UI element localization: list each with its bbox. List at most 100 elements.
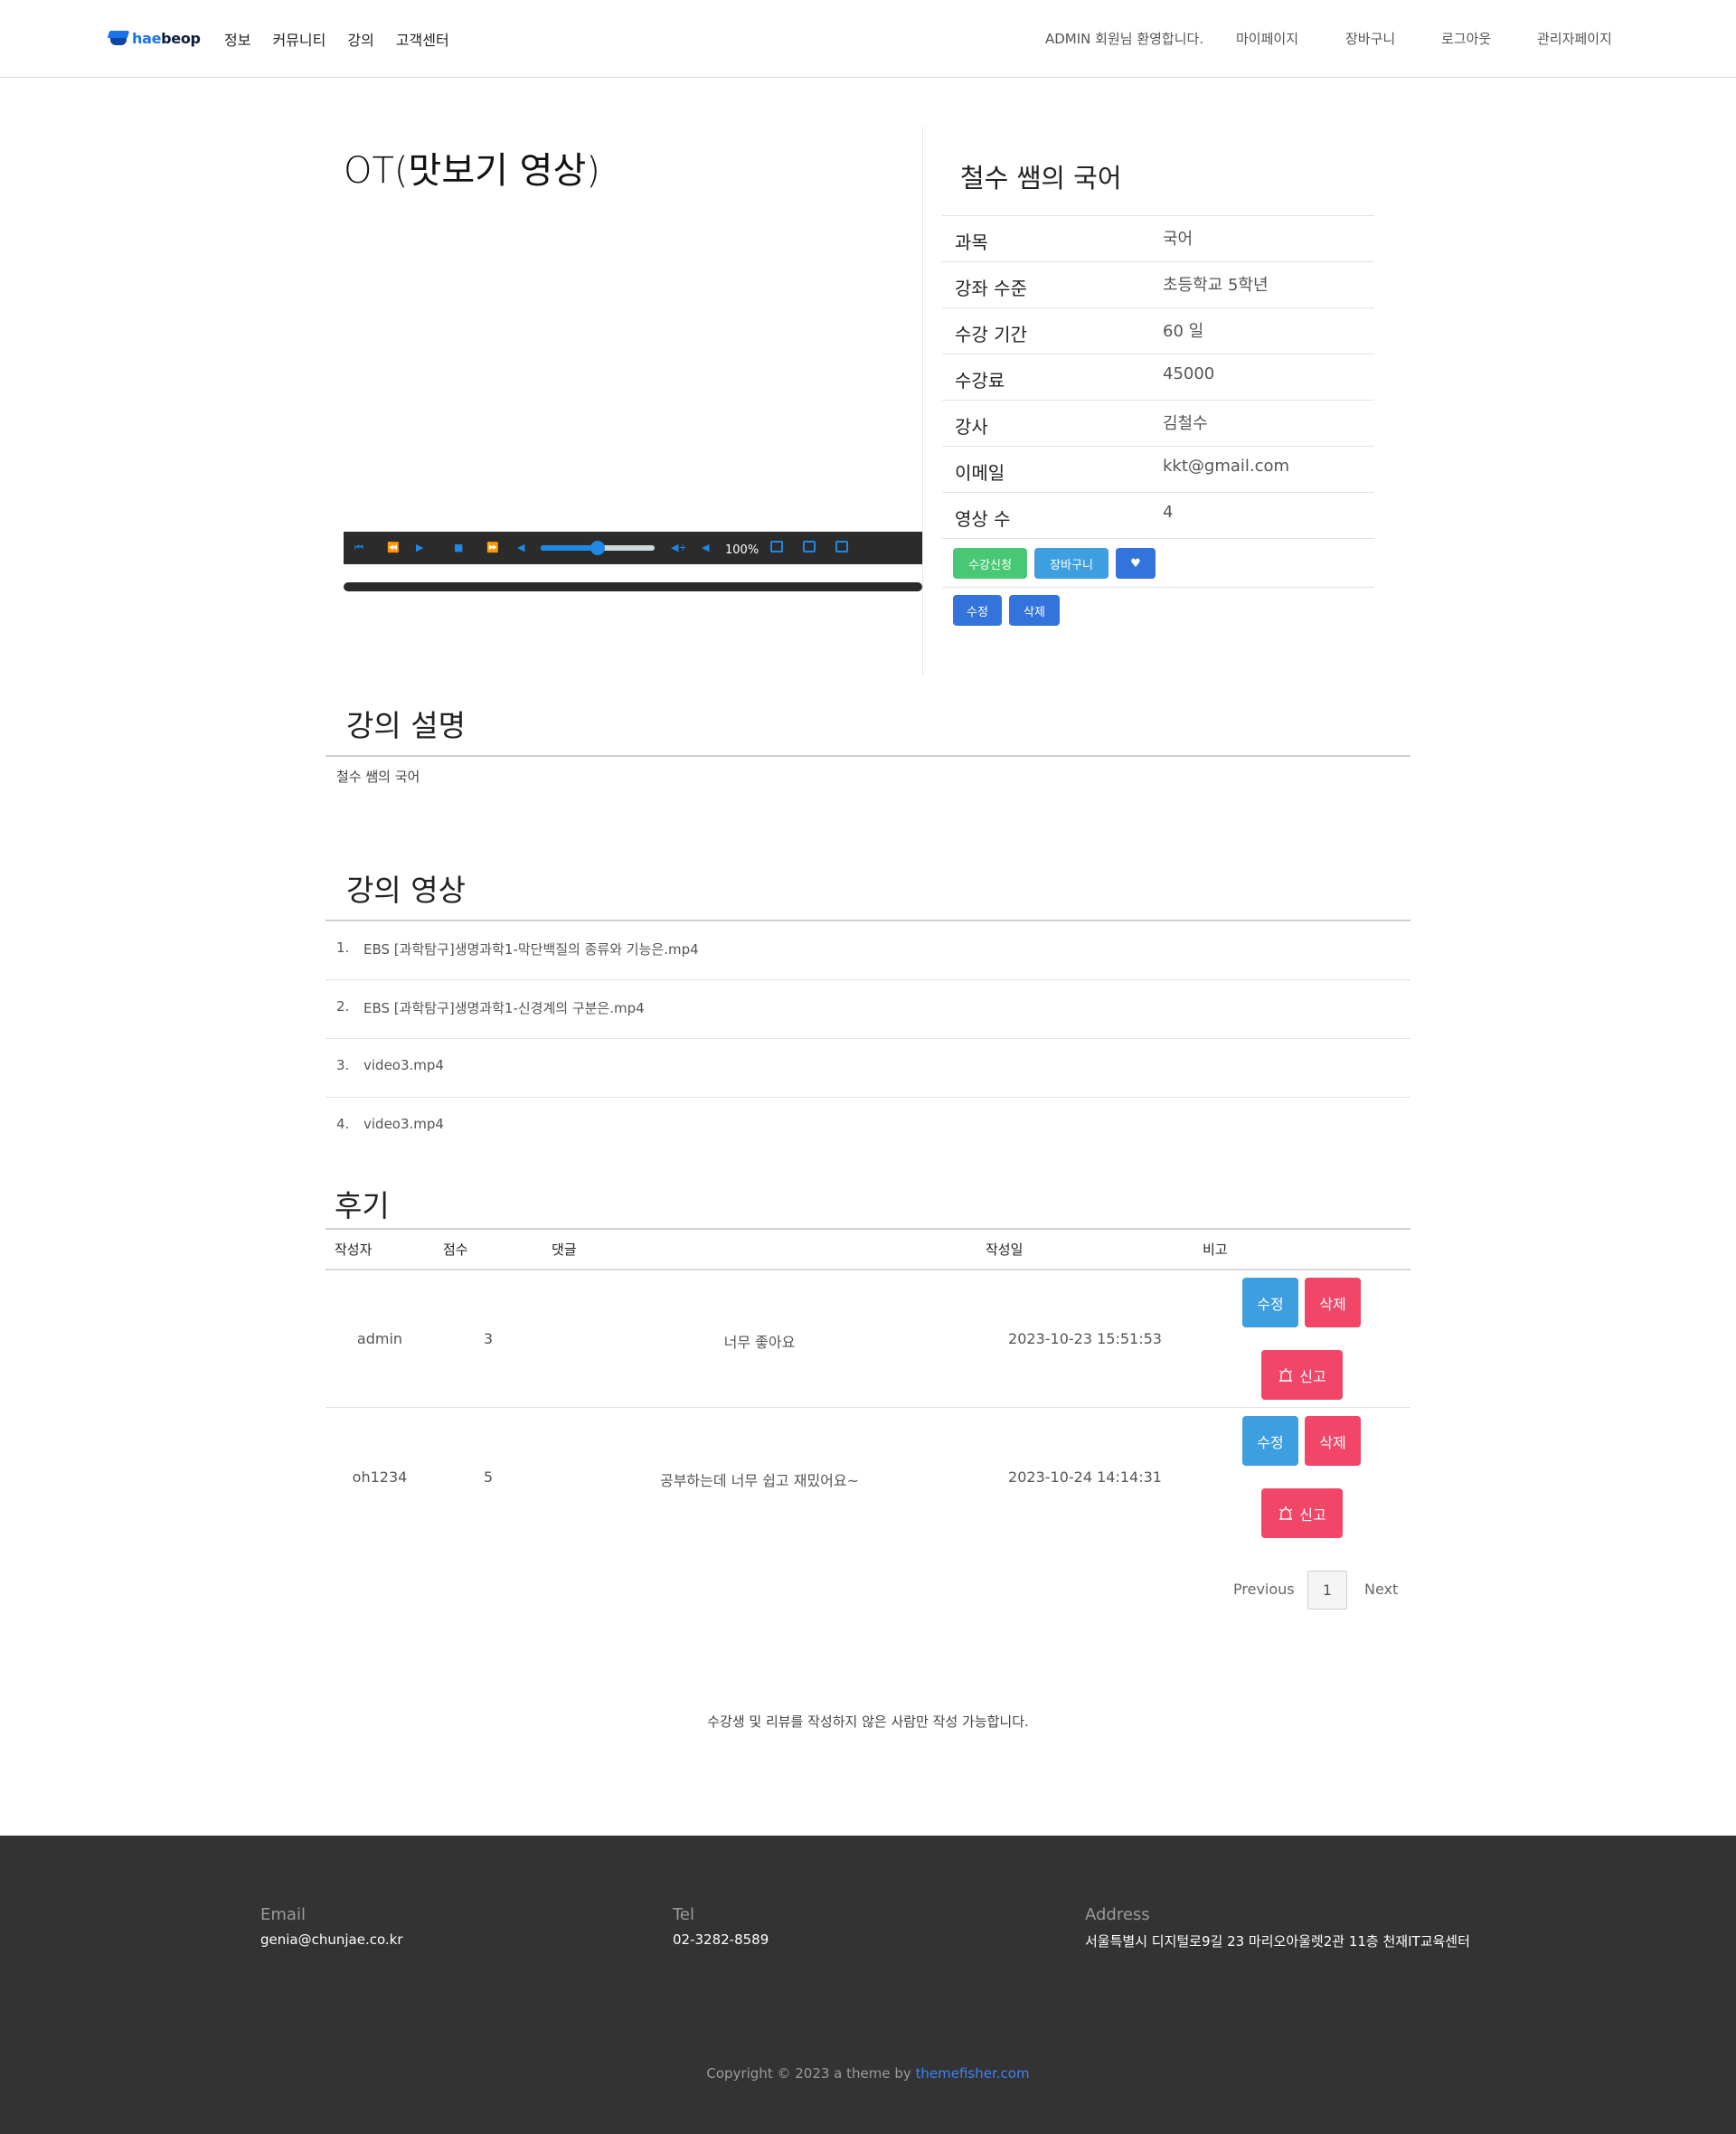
skip-start-icon[interactable]: ⏮: [354, 540, 363, 556]
course-info-table: 과목 국어 강좌 수준 초등학교 5학년 수강 기간 60 일 수강료 4500…: [942, 215, 1374, 633]
info-value: 45000: [1163, 364, 1215, 383]
col-author: 작성자: [335, 1242, 373, 1258]
info-value: kkt@gmail.com: [1163, 457, 1290, 476]
info-row-fee: 수강료 45000: [942, 354, 1374, 400]
edit-review-button[interactable]: 수정: [1242, 1416, 1298, 1466]
review-score: 3: [483, 1330, 494, 1347]
mute-icon[interactable]: ◀+: [671, 540, 687, 556]
stop-icon[interactable]: ■: [454, 540, 463, 556]
info-row-teacher: 강사 김철수: [942, 400, 1374, 446]
info-row-level: 강좌 수준 초등학교 5학년: [942, 261, 1374, 307]
video-list-item[interactable]: 3. video3.mp4: [326, 1039, 1410, 1098]
delete-review-button[interactable]: 삭제: [1305, 1416, 1361, 1466]
review-date: 2023-10-23 15:51:53: [1008, 1330, 1162, 1347]
info-value: 초등학교 5학년: [1163, 276, 1269, 295]
footer-address: 서울특별시 디지털로9길 23 마리오아울렛2관 11층 천재IT교육센터: [1085, 1933, 1470, 1950]
next-icon[interactable]: ⏩: [486, 540, 499, 556]
pager-next[interactable]: Next: [1364, 1581, 1398, 1598]
volume-down-icon[interactable]: ◀: [517, 540, 524, 556]
report-review-button[interactable]: 신고: [1261, 1488, 1343, 1538]
divider: [326, 1269, 1410, 1270]
video-list-item[interactable]: 2. EBS [과학탐구]생명과학1-신경계의 구분은.mp4: [326, 980, 1410, 1039]
play-icon[interactable]: ▶: [416, 540, 423, 556]
footer-address-label: Address: [1085, 1905, 1150, 1924]
video-list-item[interactable]: 1. EBS [과학탐구]생명과학1-막단백질의 종류와 기능은.mp4: [326, 921, 1410, 980]
footer: [0, 1836, 1736, 2134]
column-divider: [922, 127, 923, 676]
review-comment: 너무 좋아요: [723, 1334, 796, 1351]
video-name[interactable]: video3.mp4: [363, 1116, 444, 1132]
info-row-video-count: 영상 수 4: [942, 492, 1374, 538]
video-name[interactable]: EBS [과학탐구]생명과학1-막단백질의 종류와 기능은.mp4: [363, 940, 699, 958]
pager-previous[interactable]: Previous: [1233, 1581, 1295, 1598]
info-key: 수강 기간: [955, 324, 1027, 345]
nav-mypage[interactable]: 마이페이지: [1236, 29, 1298, 48]
review-score: 5: [483, 1468, 494, 1486]
info-value: 60 일: [1163, 322, 1204, 341]
review-date: 2023-10-24 14:14:31: [1008, 1468, 1162, 1486]
fit-screen-icon[interactable]: [770, 541, 783, 552]
footer-tel: 02-3282-8589: [673, 1931, 769, 1948]
video-name[interactable]: EBS [과학탐구]생명과학1-신경계의 구분은.mp4: [363, 998, 645, 1017]
prev-icon[interactable]: ⏪: [387, 540, 400, 556]
course-actions: 수강신청 장바구니 ♥: [942, 538, 1374, 588]
window-icon[interactable]: [803, 541, 816, 552]
delete-course-button[interactable]: 삭제: [1009, 595, 1060, 626]
info-value: 김철수: [1163, 414, 1208, 433]
nav-cart[interactable]: 장바구니: [1345, 29, 1395, 48]
info-value: 국어: [1163, 230, 1194, 249]
nav-admin[interactable]: 관리자페이지: [1537, 29, 1612, 48]
footer-email-label: Email: [260, 1905, 306, 1924]
info-key: 영상 수: [955, 508, 1011, 530]
review-author: admin: [356, 1330, 403, 1347]
col-score: 점수: [443, 1242, 468, 1258]
info-row-email: 이메일 kkt@gmail.com: [942, 446, 1374, 492]
fullscreen-icon[interactable]: [835, 541, 848, 552]
video-list-title: 강의 영상: [346, 873, 466, 908]
heart-icon: ♥: [1130, 556, 1141, 571]
report-label: 신고: [1299, 1506, 1326, 1524]
like-button[interactable]: ♥: [1116, 548, 1156, 579]
enroll-button[interactable]: 수강신청: [953, 548, 1027, 579]
siren-icon: [1279, 1367, 1293, 1382]
info-key: 과목: [955, 231, 988, 253]
info-key: 이메일: [955, 462, 1005, 484]
copyright-text: Copyright © 2023 a theme by: [706, 2065, 916, 2082]
siren-icon: [1279, 1506, 1293, 1520]
col-date: 작성일: [986, 1242, 1024, 1258]
footer-email[interactable]: genia@chunjae.co.kr: [260, 1931, 403, 1948]
edit-review-button[interactable]: 수정: [1242, 1278, 1298, 1327]
speaker-icon[interactable]: ◀: [702, 540, 709, 556]
add-to-cart-button[interactable]: 장바구니: [1034, 548, 1109, 579]
top-navbar: haebeop 정보 커뮤니티 강의 고객센터 ADMIN 회원님 환영합니다.…: [0, 0, 1736, 78]
report-review-button[interactable]: 신고: [1261, 1350, 1343, 1400]
user-nav: ADMIN 회원님 환영합니다. 마이페이지 장바구니 로그아웃 관리자페이지: [0, 29, 1736, 47]
col-comment: 댓글: [552, 1242, 577, 1258]
report-label: 신고: [1299, 1367, 1326, 1385]
review-notice: 수강생 및 리뷰를 작성하지 않은 사람만 작성 가능합니다.: [707, 1714, 1029, 1730]
info-row-subject: 과목 국어: [942, 215, 1374, 261]
pager-page-1[interactable]: 1: [1307, 1571, 1347, 1610]
review-author: oh1234: [352, 1468, 408, 1486]
review-comment: 공부하는데 너무 쉽고 재밌어요~: [659, 1472, 860, 1489]
video-name[interactable]: video3.mp4: [363, 1057, 444, 1073]
video-title: OT(맛보기 영상): [344, 150, 600, 192]
edit-course-button[interactable]: 수정: [953, 595, 1002, 626]
description-title: 강의 설명: [346, 708, 466, 743]
nav-logout[interactable]: 로그아웃: [1441, 29, 1491, 48]
info-key: 강사: [955, 416, 988, 438]
volume-slider[interactable]: [541, 541, 655, 555]
video-list-item[interactable]: 4. video3.mp4: [326, 1098, 1410, 1157]
seek-bar[interactable]: [344, 582, 922, 591]
info-key: 수강료: [955, 370, 1005, 392]
info-row-period: 수강 기간 60 일: [942, 307, 1374, 354]
divider: [326, 1228, 1410, 1230]
delete-review-button[interactable]: 삭제: [1305, 1278, 1361, 1327]
footer-tel-label: Tel: [673, 1905, 695, 1924]
volume-handle[interactable]: [590, 541, 605, 555]
video-number: 4.: [336, 1116, 350, 1132]
themefisher-link[interactable]: themefisher.com: [916, 2065, 1030, 2082]
welcome-text: ADMIN 회원님 환영합니다.: [1045, 31, 1204, 47]
copyright: Copyright © 2023 a theme by themefisher.…: [0, 2065, 1736, 2082]
divider: [326, 755, 1410, 757]
